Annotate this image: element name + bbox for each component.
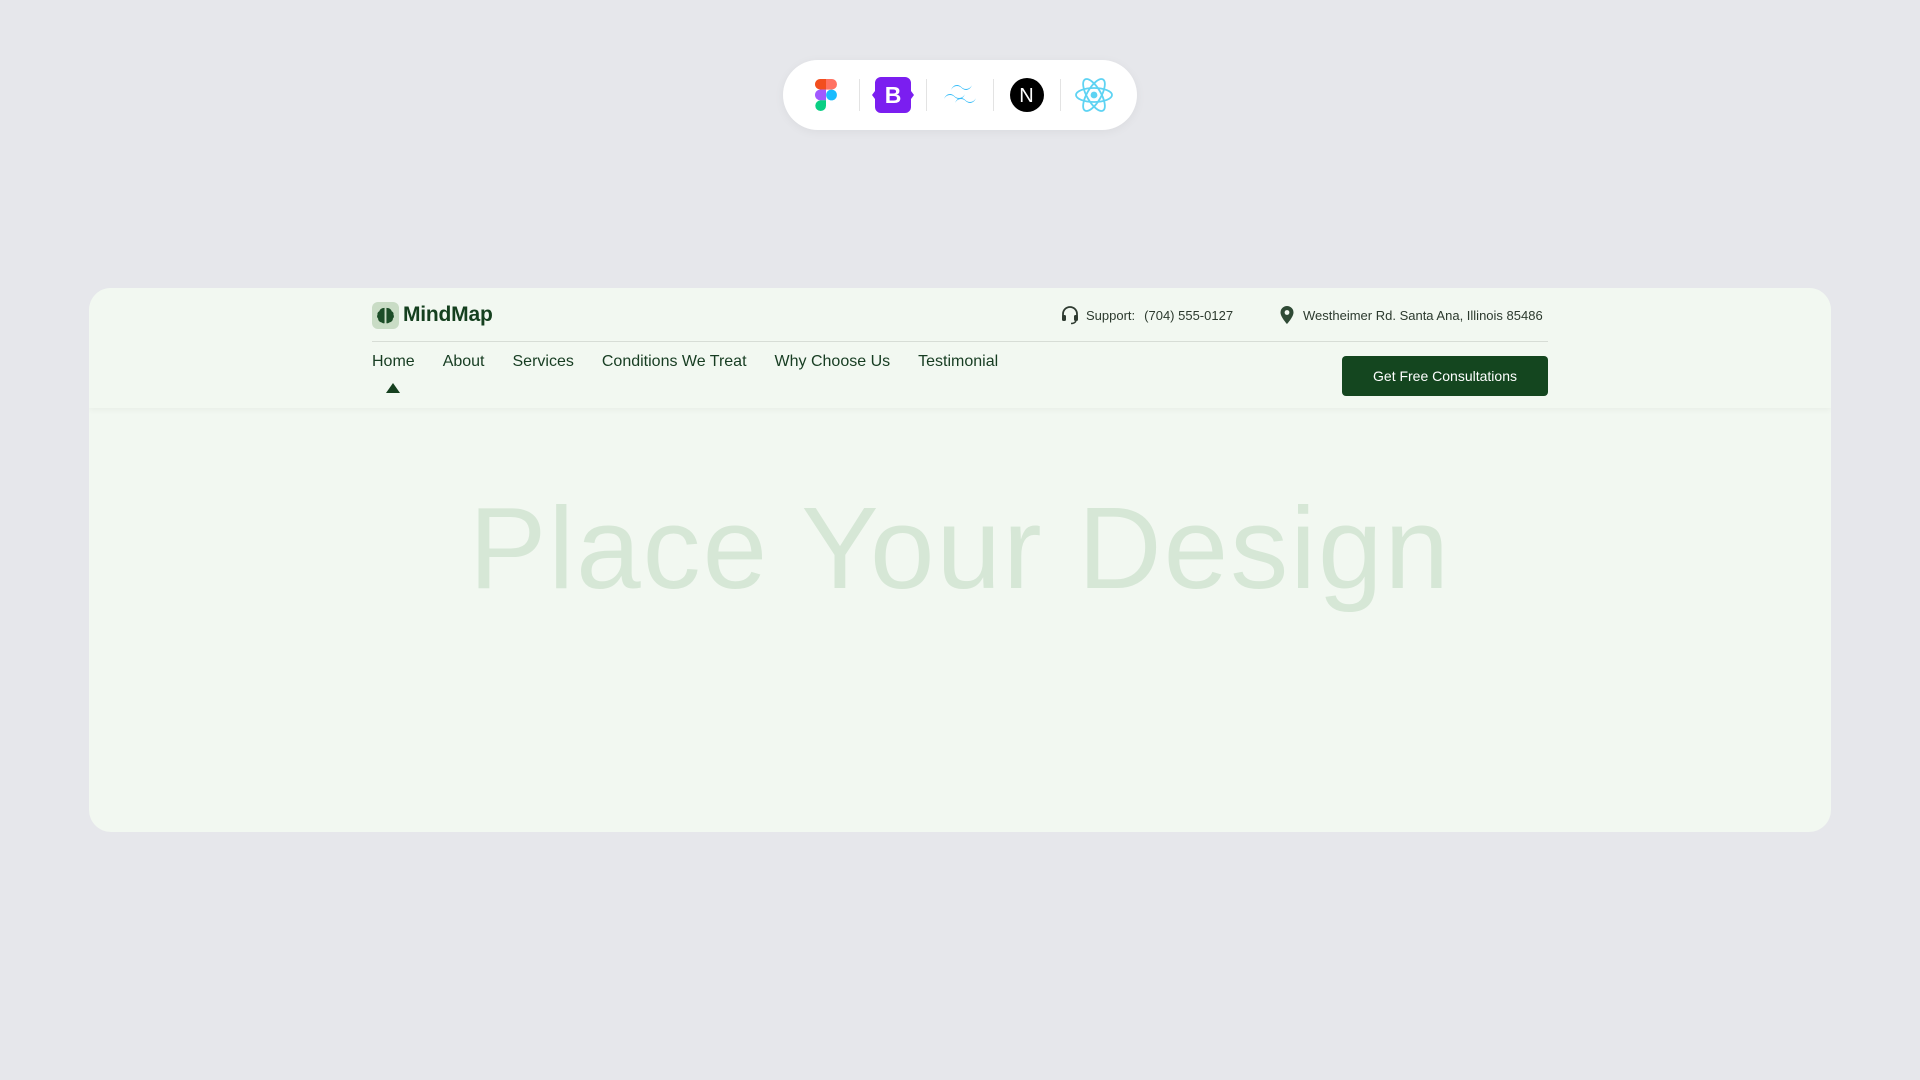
support-label: Support:: [1086, 307, 1136, 323]
separator: [1060, 79, 1061, 111]
brand-name: MindMap: [403, 303, 493, 326]
bootstrap-icon: B: [864, 72, 922, 118]
separator: [926, 79, 927, 111]
bootstrap-letter: B: [885, 82, 902, 108]
nav-label: Conditions We Treat: [601, 353, 747, 370]
nav-label: About: [442, 353, 485, 370]
address-text: Westheimer Rd. Santa Ana, Illinois 85486: [1303, 307, 1543, 323]
location-pin-icon: [1276, 304, 1298, 326]
nav-label: Services: [512, 353, 574, 370]
separator: [993, 79, 994, 111]
nav-item-why-choose-us[interactable]: Why Choose Us: [775, 342, 891, 408]
tech-stack-pill: B N: [783, 60, 1137, 130]
canvas: B N MindMap Support: (704) 555-0127 West…: [0, 0, 1920, 1080]
header-container: MindMap Support: (704) 555-0127 Westheim…: [372, 288, 1548, 408]
top-info-bar: MindMap Support: (704) 555-0127 Westheim…: [372, 288, 1548, 342]
active-indicator-icon: [386, 383, 401, 393]
design-placeholder-text: Place Your Design: [469, 483, 1451, 613]
nav-label: Home: [372, 353, 415, 370]
figma-icon: [797, 72, 855, 118]
main-nav: Home About Services Conditions We Treat …: [372, 342, 1026, 408]
brain-icon: [372, 301, 399, 329]
nextjs-icon: N: [998, 72, 1056, 118]
address-contact: Westheimer Rd. Santa Ana, Illinois 85486: [1276, 304, 1543, 326]
site-header: MindMap Support: (704) 555-0127 Westheim…: [89, 288, 1831, 408]
nav-item-about[interactable]: About: [443, 342, 485, 408]
nav-item-conditions-we-treat[interactable]: Conditions We Treat: [602, 342, 747, 408]
website-preview-card: MindMap Support: (704) 555-0127 Westheim…: [89, 288, 1831, 832]
nav-item-testimonial[interactable]: Testimonial: [918, 342, 998, 408]
support-contact[interactable]: Support: (704) 555-0127: [1059, 304, 1233, 326]
nextjs-letter: N: [1019, 85, 1033, 107]
nav-label: Testimonial: [918, 353, 999, 370]
get-free-consultations-button[interactable]: Get Free Consultations: [1342, 356, 1548, 396]
nav-item-home[interactable]: Home: [372, 342, 415, 408]
separator: [859, 79, 860, 111]
nav-item-services[interactable]: Services: [513, 342, 574, 408]
support-phone[interactable]: (704) 555-0127: [1144, 308, 1233, 323]
react-icon: [1065, 72, 1123, 118]
brand-logo-link[interactable]: MindMap: [372, 301, 493, 329]
headset-icon: [1059, 304, 1081, 326]
nav-label: Why Choose Us: [774, 353, 891, 370]
tailwind-icon: [931, 72, 989, 118]
